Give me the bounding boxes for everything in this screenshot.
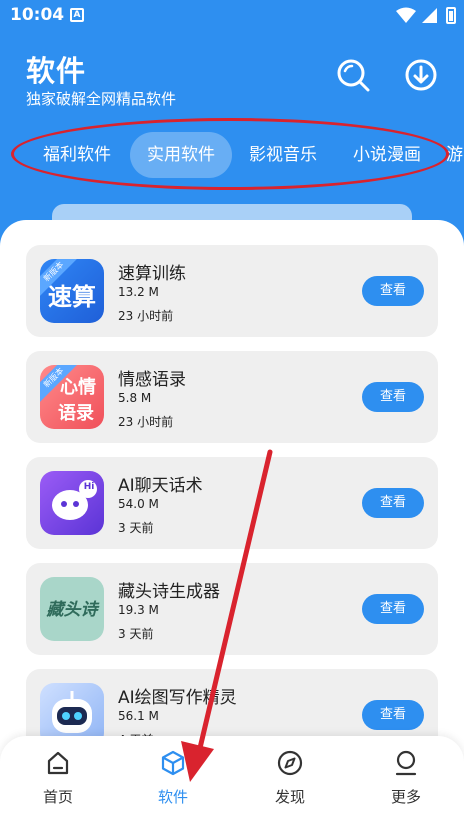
cellular-icon xyxy=(422,8,437,23)
app-name: 情感语录 xyxy=(118,370,186,390)
user-icon xyxy=(395,750,417,776)
download-icon xyxy=(405,59,437,91)
status-time: 10:04 xyxy=(10,5,65,25)
notification-icon: A xyxy=(70,8,84,22)
search-icon xyxy=(337,59,370,92)
download-button[interactable] xyxy=(404,58,438,92)
app-name: AI绘图写作精灵 xyxy=(118,688,237,708)
app-icon-text: 藏头诗 xyxy=(46,600,98,620)
nav-label: 首页 xyxy=(42,788,73,806)
nav-label: 更多 xyxy=(390,788,421,806)
app-icon: 速算 新版本 xyxy=(40,259,104,323)
view-button[interactable]: 查看 xyxy=(362,594,424,624)
app-size: 5.8 M xyxy=(118,391,152,405)
cube-icon xyxy=(161,750,185,776)
view-button[interactable]: 查看 xyxy=(362,276,424,306)
battery-icon xyxy=(446,7,456,24)
app-name: AI聊天话术 xyxy=(118,476,203,496)
app-updated: 23 小时前 xyxy=(118,309,174,323)
home-icon xyxy=(47,751,69,775)
view-button[interactable]: 查看 xyxy=(362,700,424,730)
app-icon-text: 语录 xyxy=(58,403,94,424)
app-icon-text: Hi xyxy=(83,482,95,492)
nav-label: 发现 xyxy=(274,788,305,806)
nav-home[interactable]: 首页 xyxy=(18,750,98,814)
view-button[interactable]: 查看 xyxy=(362,382,424,412)
list-item[interactable]: Hi AI聊天话术 54.0 M 3 天前 查看 xyxy=(26,457,438,549)
nav-discover[interactable]: 发现 xyxy=(250,750,330,814)
list-item[interactable]: 速算 新版本 速算训练 13.2 M 23 小时前 查看 xyxy=(26,245,438,337)
status-bar: 10:04 A xyxy=(0,0,464,32)
compass-icon xyxy=(277,750,303,776)
app-icon: 心情 语录 新版本 xyxy=(40,365,104,429)
search-button[interactable] xyxy=(336,58,370,92)
app-list: 速算 新版本 速算训练 13.2 M 23 小时前 查看 心情 语录 新版本 情… xyxy=(0,220,464,824)
app-updated: 3 天前 xyxy=(118,521,154,535)
list-item[interactable]: 心情 语录 新版本 情感语录 5.8 M 23 小时前 查看 xyxy=(26,351,438,443)
nav-software[interactable]: 软件 xyxy=(133,750,213,814)
wifi-icon xyxy=(396,7,416,23)
app-size: 19.3 M xyxy=(118,603,159,617)
view-button[interactable]: 查看 xyxy=(362,488,424,518)
app-updated: 23 小时前 xyxy=(118,415,174,429)
app-name: 藏头诗生成器 xyxy=(118,582,220,602)
app-size: 54.0 M xyxy=(118,497,159,511)
nav-more[interactable]: 更多 xyxy=(366,750,446,814)
bottom-nav: 首页 软件 发现 更多 xyxy=(0,736,464,824)
page-subtitle: 独家破解全网精品软件 xyxy=(26,90,177,108)
annotation-oval xyxy=(11,118,449,190)
app-name: 速算训练 xyxy=(118,264,186,284)
app-size: 13.2 M xyxy=(118,285,159,299)
app-size: 56.1 M xyxy=(118,709,159,723)
app-icon: Hi xyxy=(40,471,104,535)
list-item[interactable]: 藏头诗 藏头诗生成器 19.3 M 3 天前 查看 xyxy=(26,563,438,655)
app-icon: 藏头诗 xyxy=(40,577,104,641)
page-title: 软件 xyxy=(26,54,87,88)
app-updated: 3 天前 xyxy=(118,627,154,641)
chat-bubble-icon xyxy=(52,480,97,520)
nav-label: 软件 xyxy=(157,788,188,806)
